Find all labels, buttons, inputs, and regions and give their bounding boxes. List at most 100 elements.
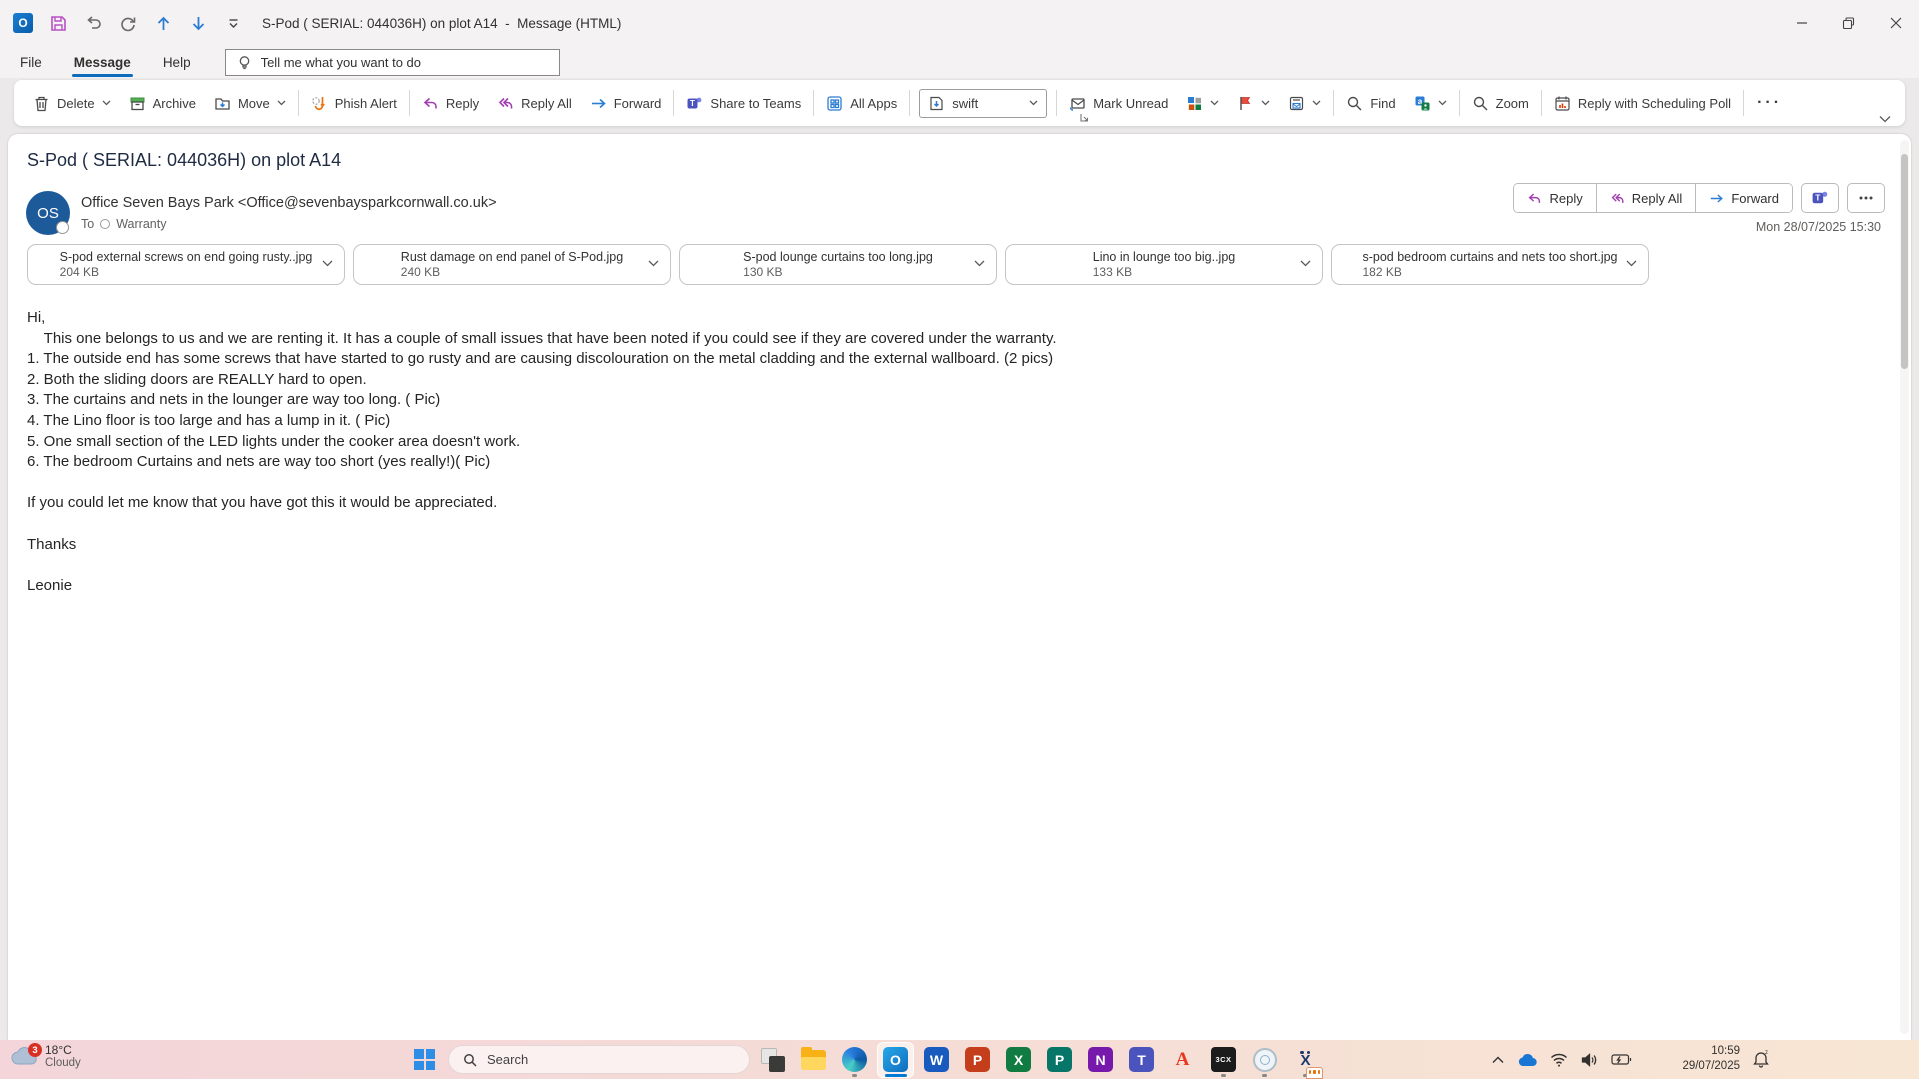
delete-button[interactable]: Delete — [24, 86, 120, 120]
sender-avatar[interactable]: OS — [26, 191, 70, 235]
save-button[interactable] — [47, 12, 69, 34]
start-button[interactable] — [414, 1049, 435, 1070]
threecx-button[interactable]: 3CX — [1203, 1040, 1244, 1079]
attachment-size: 204 KB — [59, 265, 100, 279]
tell-me-input[interactable] — [260, 54, 549, 70]
battery-icon[interactable] — [1611, 1053, 1632, 1066]
onenote-button[interactable]: N — [1080, 1040, 1121, 1079]
sender-address[interactable]: Office Seven Bays Park <Office@sevenbays… — [81, 195, 497, 211]
reply-button[interactable]: Reply — [413, 86, 488, 120]
attachment-chevron-icon[interactable] — [974, 260, 985, 267]
file-explorer-button[interactable] — [793, 1040, 834, 1079]
redo-button[interactable] — [117, 12, 139, 34]
ribbon-separator — [1540, 90, 1542, 116]
message-actions: Reply Reply All Forward T — [1513, 183, 1885, 213]
attachment-card[interactable]: Lino in lounge too big..jpg 133 KB — [1005, 244, 1323, 285]
dialog-launcher-icon[interactable] — [1080, 113, 1089, 122]
all-apps-button[interactable]: All Apps — [817, 86, 906, 120]
archive-button[interactable]: Archive — [120, 86, 205, 120]
header-reply-button[interactable]: Reply — [1514, 184, 1597, 212]
edge-button[interactable] — [834, 1040, 875, 1079]
reply-all-arrow-icon — [1611, 193, 1624, 203]
attachment-card[interactable]: s-pod bedroom curtains and nets too shor… — [1331, 244, 1649, 285]
chevron-down-icon — [277, 100, 286, 106]
task-view-button[interactable] — [752, 1040, 793, 1079]
translate-button[interactable]: a — [1405, 86, 1456, 120]
attachment-chevron-icon[interactable] — [322, 260, 333, 267]
undo-button[interactable] — [82, 12, 104, 34]
x-app-icon: X — [1300, 1050, 1311, 1070]
mark-unread-icon — [1070, 97, 1085, 111]
system-tray — [1492, 1040, 1632, 1079]
find-label: Find — [1370, 95, 1396, 111]
clock-time: 10:59 — [1711, 1045, 1740, 1057]
header-more-actions-button[interactable] — [1847, 183, 1885, 213]
running-indicator — [1221, 1074, 1226, 1077]
attachment-card[interactable]: Rust damage on end panel of S-Pod.jpg 24… — [353, 244, 671, 285]
weather-widget[interactable]: 3 18°C Cloudy — [10, 1043, 81, 1069]
publisher-icon: P — [1047, 1047, 1072, 1072]
notification-bell-icon[interactable]: z — [1752, 1049, 1770, 1069]
reply-with-scheduling-poll-button[interactable]: Reply with Scheduling Poll — [1545, 86, 1740, 120]
taskbar-clock[interactable]: 10:59 29/07/2025 — [1664, 1044, 1740, 1074]
powerpoint-button[interactable]: P — [957, 1040, 998, 1079]
tab-help[interactable]: Help — [151, 50, 203, 75]
header-teams-button[interactable]: T — [1801, 183, 1839, 213]
scrollbar[interactable] — [1900, 140, 1909, 1034]
ribbon-separator — [1458, 90, 1460, 116]
header-forward-button[interactable]: Forward — [1696, 184, 1792, 212]
tab-file[interactable]: File — [8, 50, 54, 75]
collapse-ribbon-chevron[interactable] — [1879, 115, 1891, 123]
zoom-button[interactable]: Zoom — [1463, 86, 1538, 120]
attachment-size: 240 KB — [400, 265, 441, 279]
attachment-chevron-icon[interactable] — [1300, 260, 1311, 267]
forward-button[interactable]: Forward — [581, 86, 671, 120]
body-line: If you could let me know that you have g… — [27, 494, 498, 512]
mark-unread-button[interactable]: Mark Unread — [1060, 86, 1177, 120]
onedrive-icon[interactable] — [1517, 1053, 1537, 1067]
teams-button[interactable]: T — [1121, 1040, 1162, 1079]
wifi-icon[interactable] — [1550, 1053, 1568, 1067]
volume-icon[interactable] — [1581, 1052, 1598, 1067]
move-up-button[interactable] — [152, 12, 174, 34]
reply-arrow-icon — [1529, 193, 1541, 203]
excel-button[interactable]: X — [998, 1040, 1039, 1079]
tray-chevron-up-icon[interactable] — [1492, 1056, 1504, 1064]
running-indicator — [852, 1074, 857, 1077]
reply-all-button[interactable]: Reply All — [488, 86, 581, 120]
categorize-button[interactable] — [1177, 86, 1228, 120]
quick-steps-combo[interactable]: swift — [919, 88, 1048, 118]
scheduling-poll-label: Reply with Scheduling Poll — [1577, 95, 1732, 111]
publisher-button[interactable]: P — [1039, 1040, 1080, 1079]
taskbar-search[interactable] — [448, 1045, 750, 1074]
attachment-card[interactable]: S-pod external screws on end going rusty… — [27, 244, 345, 285]
customize-qat-chevron-icon[interactable] — [222, 12, 244, 34]
acrobat-button[interactable]: A — [1162, 1040, 1203, 1079]
body-line: 2. Both the sliding doors are REALLY har… — [27, 370, 367, 388]
header-reply-all-button[interactable]: Reply All — [1596, 184, 1697, 212]
phish-alert-button[interactable]: Phish Alert — [302, 86, 406, 120]
move-down-button[interactable] — [187, 12, 209, 34]
powerpoint-icon: P — [965, 1047, 990, 1072]
close-button[interactable] — [1872, 0, 1919, 46]
word-button[interactable]: W — [916, 1040, 957, 1079]
taskbar-search-input[interactable] — [487, 1052, 687, 1067]
share-to-teams-button[interactable]: T Share to Teams — [677, 86, 810, 120]
outlook-button[interactable]: O — [875, 1040, 916, 1079]
attachment-chevron-icon[interactable] — [1626, 260, 1637, 267]
tell-me-search[interactable] — [224, 48, 560, 76]
scrollbar-thumb[interactable] — [1901, 154, 1908, 369]
forward-arrow-icon — [1711, 193, 1724, 203]
tab-message[interactable]: Message — [62, 50, 143, 77]
attachment-card[interactable]: S-pod lounge curtains too long.jpg 130 K… — [679, 244, 997, 285]
circle-app-button[interactable] — [1244, 1040, 1285, 1079]
move-button[interactable]: Move — [205, 86, 295, 120]
message-options-button[interactable] — [1279, 86, 1330, 120]
more-commands-button[interactable]: ··· — [1747, 94, 1792, 112]
find-button[interactable]: Find — [1337, 86, 1404, 120]
recipient-name[interactable]: Warranty — [116, 217, 166, 231]
attachment-chevron-icon[interactable] — [648, 260, 659, 267]
minimize-button[interactable] — [1778, 0, 1825, 46]
follow-up-flag-button[interactable] — [1228, 86, 1279, 120]
restore-button[interactable] — [1825, 0, 1872, 46]
